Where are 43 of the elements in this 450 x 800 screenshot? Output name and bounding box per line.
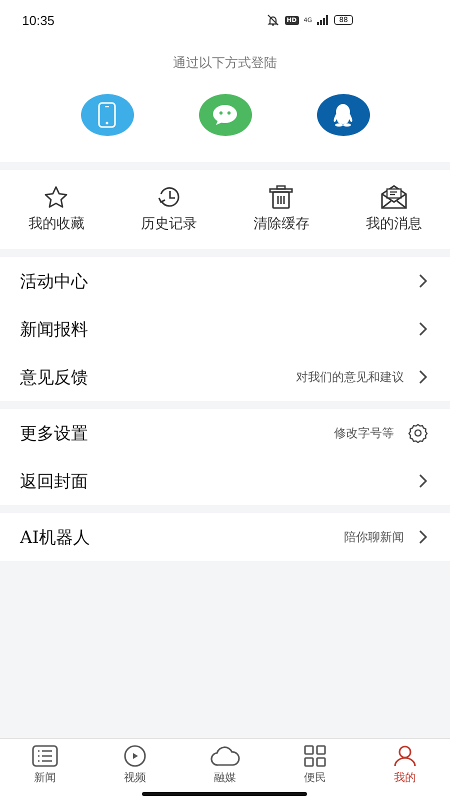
tab-bar-item[interactable]: 我的 (360, 745, 450, 785)
list-icon (32, 745, 58, 767)
menu-row[interactable]: 意见反馈 对我们的意见和建议 (0, 353, 450, 401)
penguin-icon (331, 102, 355, 128)
tab-bar-item[interactable]: 便民 (270, 745, 360, 785)
tab-bar-item[interactable]: 融媒 (180, 745, 270, 785)
menu-row[interactable]: AI机器人 陪你聊新闻 (0, 513, 450, 561)
history-icon (156, 185, 182, 209)
chevron-right-icon (418, 322, 428, 336)
chat-bubble-icon (211, 103, 239, 127)
signal-icon (317, 15, 330, 25)
chevron-right-icon (418, 274, 428, 288)
trash-icon (268, 185, 294, 209)
penguin-login-button[interactable] (316, 94, 370, 136)
chat-login-button[interactable] (198, 94, 252, 136)
quick-action[interactable]: 历史记录 (112, 185, 225, 233)
play-icon (122, 745, 148, 767)
quick-action[interactable]: 清除缓存 (225, 185, 338, 233)
star-icon (43, 185, 70, 209)
user-icon (393, 745, 417, 767)
row-hint: 陪你聊新闻 (344, 528, 404, 546)
status-time: 10:35 (22, 12, 55, 28)
menu-row[interactable]: 更多设置 修改字号等 (0, 409, 450, 457)
mail-icon (380, 185, 408, 209)
cloud-icon (210, 745, 240, 767)
menu-row[interactable]: 返回封面 (0, 457, 450, 505)
phone-icon (98, 102, 116, 128)
tab-bar-item[interactable]: 视频 (90, 745, 180, 785)
login-title: 通过以下方式登陆 (173, 55, 277, 72)
quick-action[interactable]: 我的消息 (338, 185, 450, 233)
tab-bar-item[interactable]: 新闻 (0, 745, 90, 785)
bell-muted-icon (266, 14, 280, 26)
row-hint: 修改字号等 (334, 424, 394, 442)
chevron-right-icon (418, 474, 428, 488)
chevron-right-icon (418, 530, 428, 544)
grid-icon (303, 745, 327, 767)
menu-row[interactable]: 活动中心 (0, 257, 450, 305)
row-hint: 对我们的意见和建议 (296, 368, 404, 386)
phone-login-button[interactable] (80, 94, 134, 136)
settings-icon (408, 423, 428, 443)
quick-action[interactable]: 我的收藏 (0, 185, 112, 233)
menu-row[interactable]: 新闻报料 (0, 305, 450, 353)
chevron-right-icon (418, 370, 428, 384)
